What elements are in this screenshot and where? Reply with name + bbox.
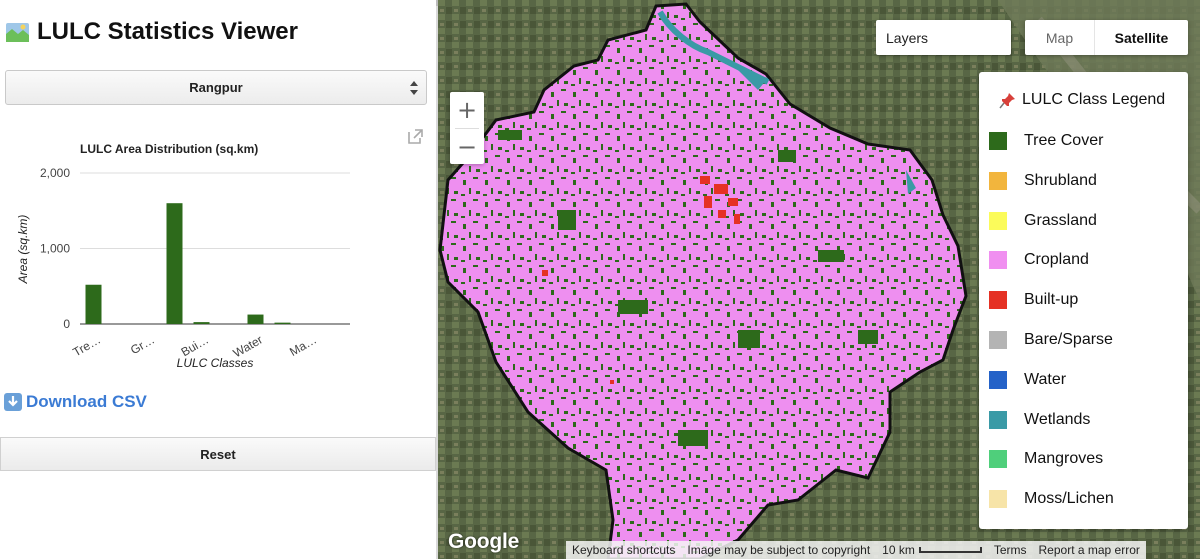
- scale-label: 10 km: [882, 543, 915, 557]
- legend-swatch: [989, 410, 1007, 429]
- scale-indicator[interactable]: 10 km: [876, 543, 988, 557]
- legend-label: Built-up: [1024, 291, 1079, 309]
- scale-bar: [918, 547, 982, 553]
- map-icon: [6, 22, 29, 42]
- legend-swatch: [989, 291, 1007, 310]
- zoom-in-button[interactable]: +: [450, 92, 484, 128]
- legend-item: Mangroves: [989, 448, 1103, 470]
- legend-label: Mangroves: [1024, 450, 1104, 468]
- legend-item: Bare/Sparse: [989, 329, 1113, 351]
- y-tick-label: 0: [63, 317, 70, 331]
- keyboard-shortcuts-link[interactable]: Keyboard shortcuts: [566, 543, 681, 557]
- bar-tree-cover[interactable]: [85, 284, 102, 324]
- legend-item: Wetlands: [989, 409, 1090, 431]
- region-select[interactable]: Rangpur: [5, 70, 427, 105]
- zoom-out-button[interactable]: −: [450, 129, 484, 165]
- chart-title: LULC Area Distribution (sq.km): [80, 142, 258, 156]
- chart-container: LULC Area Distribution (sq.km) 0 1,000 2,0…: [0, 125, 436, 375]
- map-type-map-button[interactable]: Map: [1025, 20, 1095, 55]
- bar-cropland[interactable]: [166, 203, 183, 324]
- lulc-bar-chart: LULC Area Distribution (sq.km) 0 1,000 2,0…: [16, 142, 350, 370]
- legend-swatch: [989, 331, 1007, 349]
- region-select-value: Rangpur: [189, 80, 243, 95]
- updown-arrows-icon: [410, 81, 418, 95]
- map-type-control: Map Satellite: [1025, 20, 1188, 55]
- legend-label: Shrubland: [1024, 171, 1097, 189]
- y-tick-label: 1,000: [40, 242, 70, 256]
- legend-item: Moss/Lichen: [989, 488, 1114, 510]
- report-map-error-link[interactable]: Report a map error: [1033, 543, 1146, 557]
- bar-built-up[interactable]: [193, 322, 210, 324]
- legend-label: Moss/Lichen: [1024, 490, 1114, 508]
- download-arrow-icon: [4, 393, 22, 411]
- chart-y-axis-label: Area (sq.km): [16, 215, 30, 285]
- bar-wetlands[interactable]: [274, 322, 291, 324]
- legend-item: Water: [989, 369, 1066, 391]
- reset-button[interactable]: Reset: [0, 437, 436, 471]
- legend-swatch: [989, 370, 1007, 389]
- legend-item: Built-up: [989, 289, 1078, 311]
- page-title: LULC Statistics Viewer: [37, 18, 298, 45]
- legend-label: Bare/Sparse: [1024, 331, 1113, 348]
- legend-swatch: [989, 132, 1007, 150]
- legend-item: Shrubland: [989, 170, 1097, 192]
- legend-swatch: [989, 450, 1007, 469]
- google-logo: Google: [448, 530, 520, 553]
- legend-swatch: [989, 171, 1007, 190]
- legend-label: Grassland: [1024, 211, 1097, 229]
- bar-water[interactable]: [247, 314, 264, 324]
- copyright-notice: Image may be subject to copyright: [687, 543, 871, 557]
- map-type-satellite-button[interactable]: Satellite: [1095, 20, 1188, 55]
- legend-item: Cropland: [989, 249, 1089, 271]
- pushpin-icon: [999, 92, 1015, 108]
- chart-bars: [85, 203, 291, 324]
- lulc-legend-panel: LULC Class Legend Tree Cover Shrubland Gra…: [979, 72, 1188, 529]
- y-tick-label: 2,000: [40, 166, 70, 180]
- title-row: LULC Statistics Viewer: [5, 18, 298, 46]
- legend-label: Water: [1024, 370, 1067, 388]
- layers-button[interactable]: Layers: [876, 20, 1011, 55]
- legend-item: Grassland: [989, 210, 1097, 232]
- download-row: Download CSV: [4, 392, 147, 412]
- chart-y-ticks: 0 1,000 2,000: [40, 166, 70, 331]
- legend-item: Tree Cover: [989, 130, 1103, 152]
- legend-title: LULC Class Legend: [1022, 91, 1166, 108]
- legend-title-row: LULC Class Legend: [999, 91, 1165, 109]
- legend-swatch: [989, 251, 1007, 270]
- chart-gridlines: [80, 172, 350, 325]
- legend-label: Wetlands: [1024, 410, 1091, 428]
- app-root: LULC Statistics Viewer Rangpur LULC Area…: [0, 0, 1200, 559]
- legend-swatch: [989, 490, 1007, 509]
- terms-link[interactable]: Terms: [988, 543, 1033, 557]
- x-tick-label: Ma…: [287, 332, 319, 358]
- zoom-control: + −: [450, 92, 484, 164]
- legend-label: Tree Cover: [1024, 132, 1104, 149]
- download-csv-link[interactable]: Download CSV: [26, 392, 147, 412]
- x-tick-label: Tre…: [70, 332, 103, 359]
- x-tick-label: Gr…: [128, 332, 157, 357]
- map-canvas[interactable]: + − Layers Map Satellite LULC Class Lege…: [438, 0, 1200, 559]
- legend-label: Cropland: [1024, 251, 1089, 269]
- map-attribution-bar: Keyboard shortcuts Image may be subject …: [566, 541, 1146, 559]
- legend-swatch: [989, 211, 1007, 230]
- side-panel: LULC Statistics Viewer Rangpur LULC Area…: [0, 0, 436, 559]
- chart-x-axis-label: LULC Classes: [177, 356, 254, 370]
